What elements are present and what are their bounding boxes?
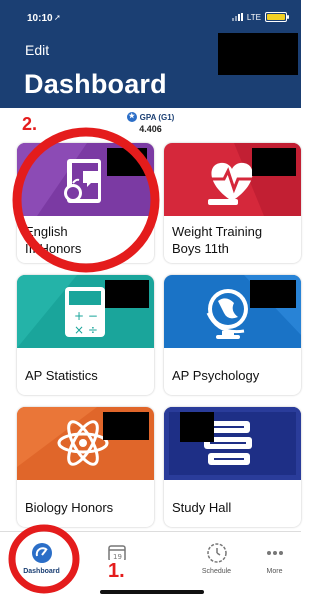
annotation-circle-english [12,127,160,273]
tab-more[interactable]: More [237,542,312,575]
course-label: AP Psychology [172,368,260,383]
svg-text:× ÷: × ÷ [74,323,98,337]
redaction-box [105,280,149,308]
course-card-study-hall[interactable]: Study Hall [164,407,301,527]
course-grid: English III Honors Weight Training Boys … [0,0,301,600]
redaction-box [103,412,149,440]
course-label: Biology Honors [25,500,114,515]
home-indicator [100,590,204,594]
course-label: AP Statistics [25,368,98,383]
tab-label: More [266,568,283,575]
redaction-box [250,280,296,308]
annotation-circle-dashboard [8,524,80,594]
course-card-biology-honors[interactable]: Biology Honors [17,407,154,527]
more-icon [266,551,283,555]
course-label: Study Hall [172,500,232,515]
course-label: Weight Training Boys 11th [172,224,263,256]
course-card-weight-training[interactable]: Weight Training Boys 11th [164,143,301,263]
redaction-box [252,148,296,176]
redaction-box [180,412,214,442]
course-card-ap-statistics[interactable]: + − × ÷ AP Statistics [17,275,154,395]
svg-text:+ −: + − [74,309,98,323]
schedule-icon [206,543,227,563]
course-card-ap-psychology[interactable]: AP Psychology [164,275,301,395]
annotation-step-1: 1. [108,560,125,582]
